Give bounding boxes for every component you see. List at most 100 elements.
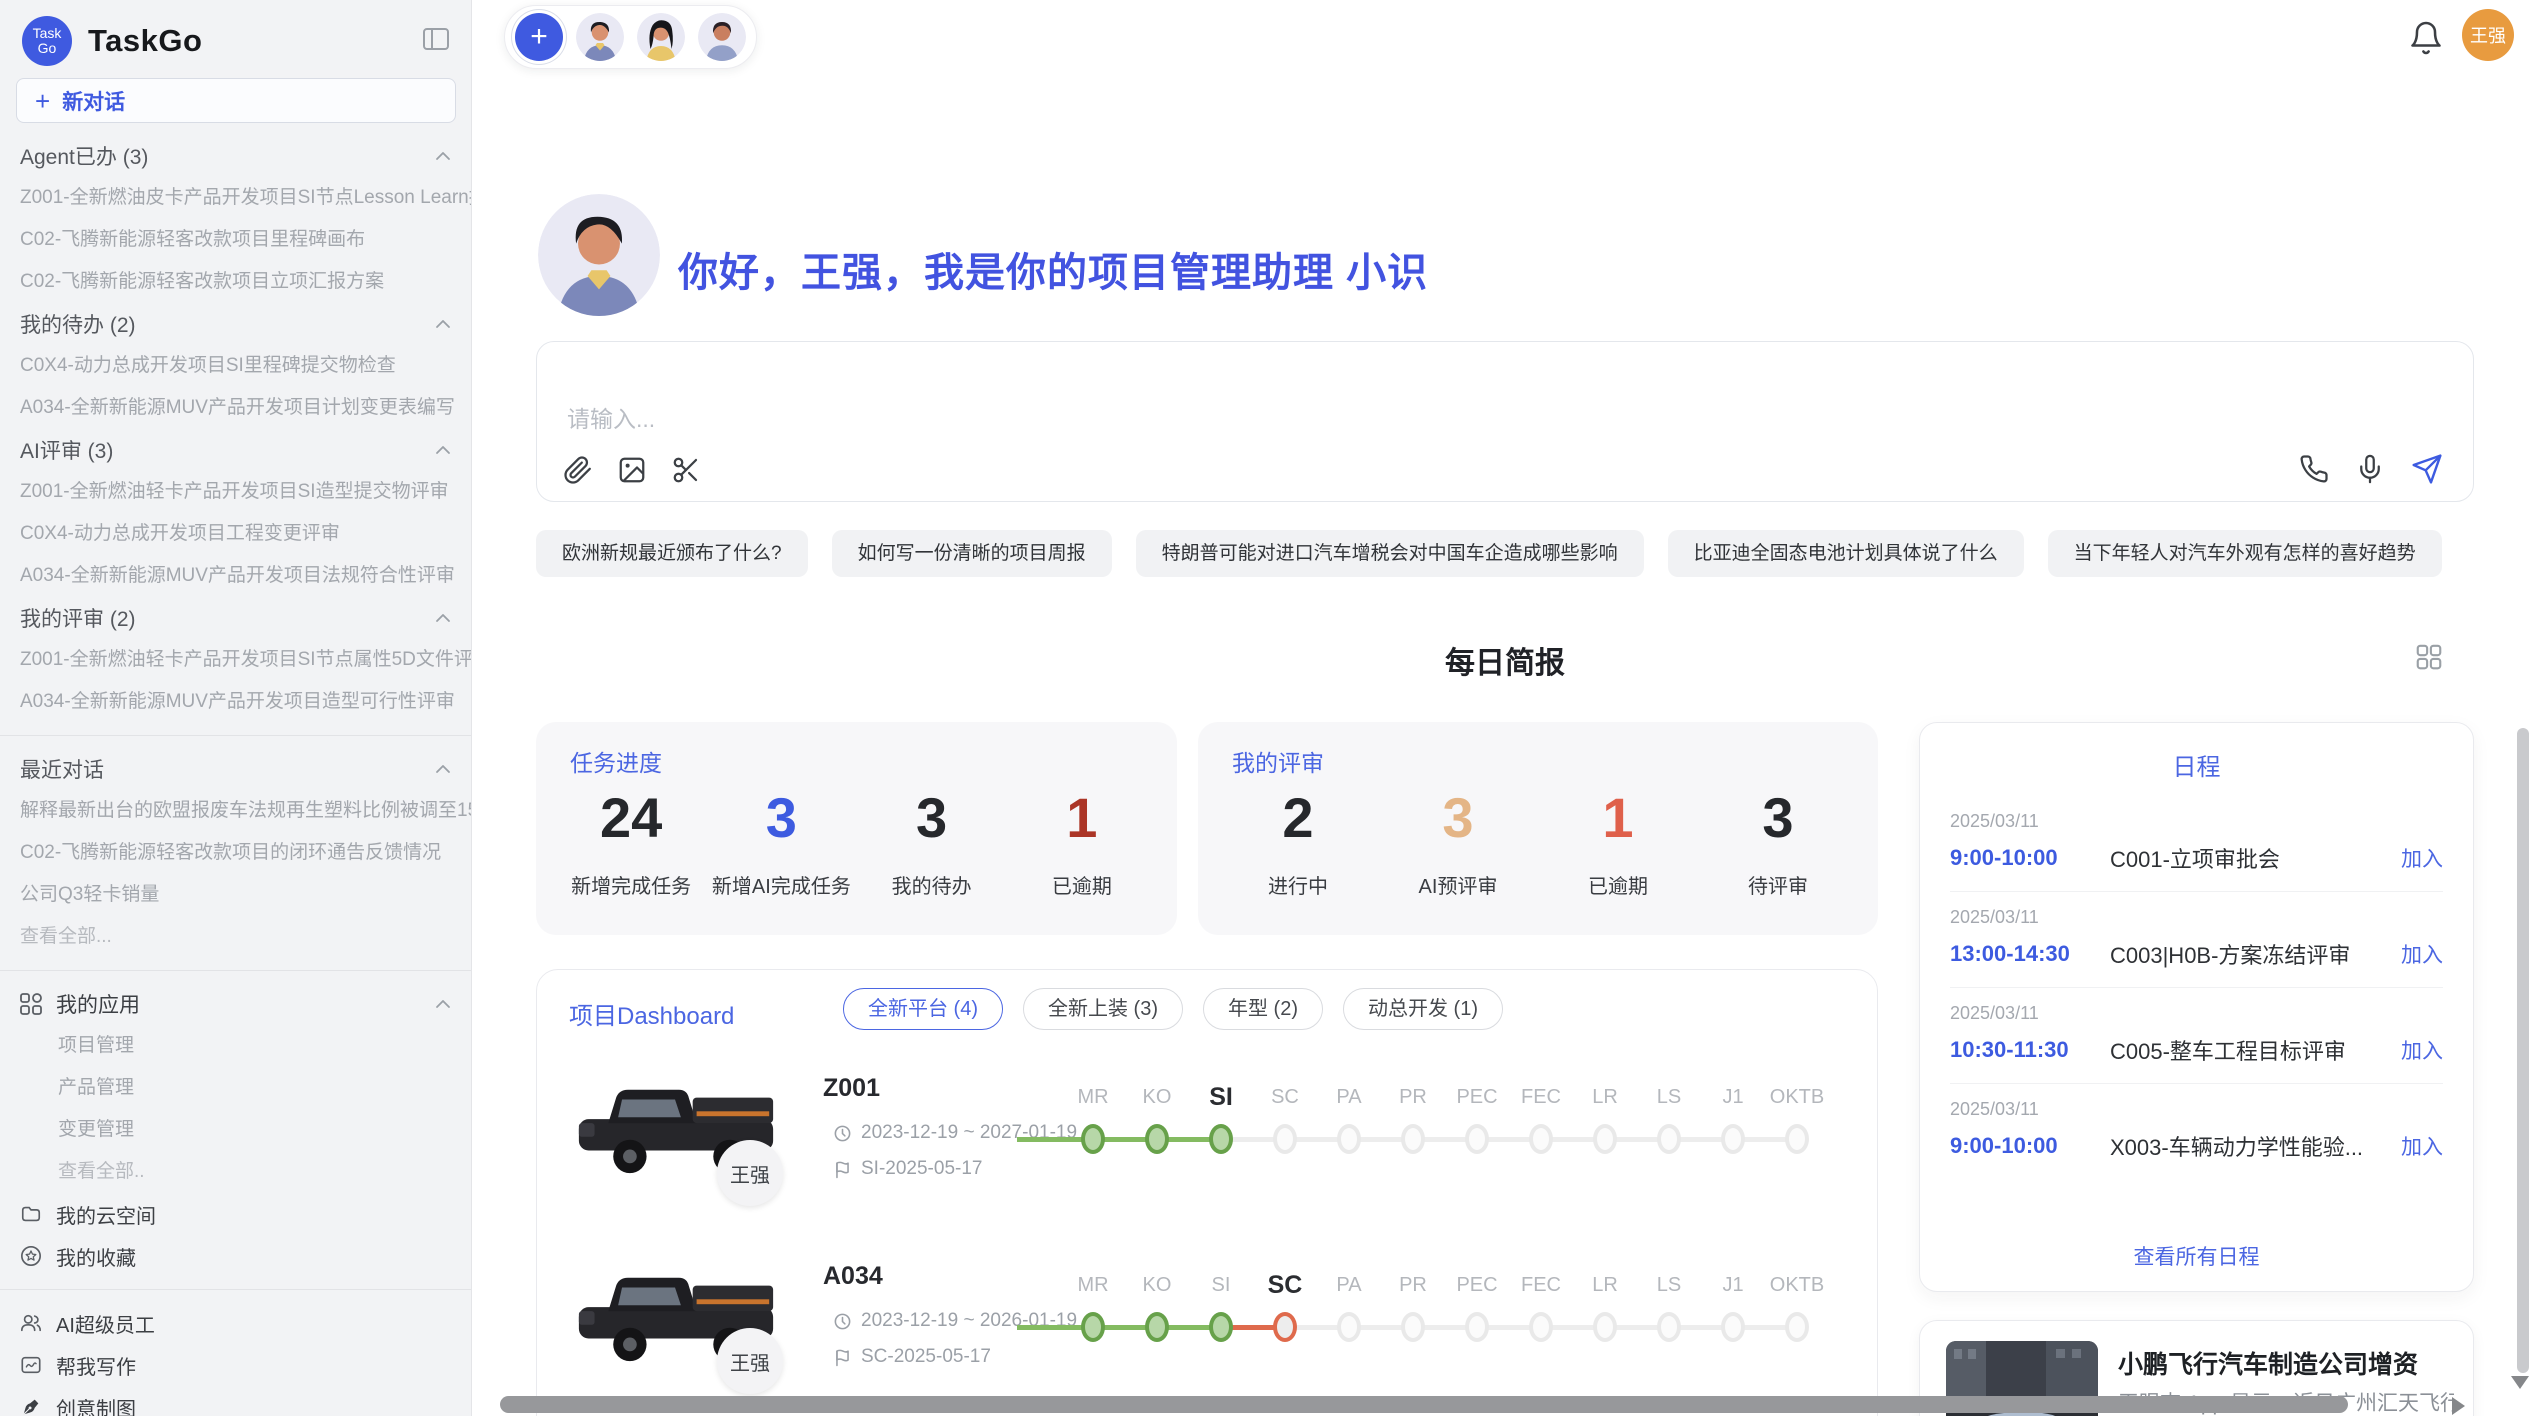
conversation-avatar-1[interactable] [576, 13, 624, 61]
join-button[interactable]: 加入 [2401, 843, 2443, 873]
section-my-review[interactable]: 我的评审 (2) [0, 597, 471, 639]
notifications-bell-icon[interactable] [2408, 20, 2444, 56]
view-all-schedule-link[interactable]: 查看所有日程 [1920, 1241, 2473, 1271]
app-item-product-mgmt[interactable]: 产品管理 [0, 1067, 471, 1109]
sidebar-item-write-helper[interactable]: 帮我写作 [0, 1344, 471, 1386]
recent-chat-item[interactable]: C02-飞腾新能源轻客改款项目的闭环通告反馈情况 [0, 832, 471, 874]
app-item-project-mgmt[interactable]: 项目管理 [0, 1025, 471, 1067]
avatar-illustration [576, 13, 624, 61]
plus-icon: + [35, 88, 50, 114]
milestone-dot [1401, 1312, 1425, 1342]
milestone-stage: PEC [1445, 1268, 1509, 1342]
scissors-icon[interactable] [671, 455, 701, 485]
milestone-stage: J1 [1701, 1080, 1765, 1154]
vertical-scrollbar-thumb[interactable] [2517, 728, 2529, 1373]
sidebar-item-ai-staff[interactable]: AI超级员工 [0, 1302, 471, 1344]
divider [0, 970, 471, 971]
sidebar-item-creative-draw[interactable]: 创意制图 [0, 1386, 471, 1416]
recent-chat-item[interactable]: 解释最新出台的欧盟报废车法规再生塑料比例被调至15%... [0, 790, 471, 832]
recent-view-all[interactable]: 查看全部... [0, 916, 471, 958]
paperclip-icon[interactable] [563, 455, 593, 485]
sidebar-item[interactable]: Z001-全新燃油轻卡产品开发项目SI节点属性5D文件评审 [0, 639, 471, 681]
sidebar-toggle-icon[interactable] [423, 28, 449, 50]
suggestion-chip[interactable]: 如何写一份清晰的项目周报 [832, 530, 1112, 577]
app-logo-line1: Task [33, 26, 62, 41]
creative-draw-label: 创意制图 [56, 1393, 136, 1416]
sidebar-item[interactable]: A034-全新新能源MUV产品开发项目计划变更表编写 [0, 387, 471, 429]
phone-icon[interactable] [2299, 454, 2329, 484]
sidebar-item[interactable]: C0X4-动力总成开发项目SI里程碑提交物检查 [0, 345, 471, 387]
section-my-apps[interactable]: 我的应用 [0, 983, 471, 1025]
microphone-icon[interactable] [2355, 454, 2385, 484]
sidebar-item-favorites[interactable]: 我的收藏 [0, 1235, 471, 1277]
sidebar-item[interactable]: C0X4-动力总成开发项目工程变更评审 [0, 513, 471, 555]
project-row[interactable]: 王强 A034 2023-12-19 ~ 2026-01-19 SC-2025-… [537, 1254, 1877, 1416]
scroll-right-arrow-icon[interactable] [2452, 1397, 2465, 1415]
chevron-up-icon [435, 613, 451, 623]
pen-nib-icon [20, 1396, 42, 1416]
filter-chip[interactable]: 全新平台 (4) [843, 988, 1003, 1030]
my-apps-label: 我的应用 [56, 989, 435, 1019]
join-button[interactable]: 加入 [2401, 939, 2443, 969]
clock-icon [833, 1124, 852, 1143]
new-chat-button[interactable]: + 新对话 [16, 78, 456, 123]
section-title: 我的待办 (2) [20, 309, 136, 339]
join-button[interactable]: 加入 [2401, 1035, 2443, 1065]
sidebar-item[interactable]: C02-飞腾新能源轻客改款项目里程碑画布 [0, 219, 471, 261]
section-agent-done[interactable]: Agent已办 (3) [0, 135, 471, 177]
milestone-dot [1465, 1312, 1489, 1342]
write-helper-label: 帮我写作 [56, 1351, 136, 1380]
app-item-change-mgmt[interactable]: 变更管理 [0, 1109, 471, 1151]
suggestion-chips: 欧洲新规最近颁布了什么? 如何写一份清晰的项目周报 特朗普可能对进口汽车增税会对… [536, 530, 2474, 577]
sidebar-item[interactable]: Z001-全新燃油轻卡产品开发项目SI造型提交物评审 [0, 471, 471, 513]
sidebar-item-cloud-space[interactable]: 我的云空间 [0, 1193, 471, 1235]
milestone-dot [1593, 1124, 1617, 1154]
filter-chip[interactable]: 全新上装 (3) [1023, 988, 1183, 1030]
section-title: Agent已办 (3) [20, 141, 148, 171]
milestone-stage: PR [1381, 1268, 1445, 1342]
user-avatar[interactable]: 王强 [2462, 9, 2514, 61]
sidebar-item[interactable]: Z001-全新燃油皮卡产品开发项目SI节点Lesson Learn报告 [0, 177, 471, 219]
scroll-down-arrow-icon[interactable] [2511, 1376, 2529, 1389]
daily-briefing-title: 每日简报 [536, 638, 2474, 682]
chat-input-box[interactable]: 请输入... [536, 341, 2474, 502]
milestone-stage: OKTB [1765, 1080, 1829, 1154]
milestone-stage: MR [1061, 1268, 1125, 1342]
filter-chip[interactable]: 动总开发 (1) [1343, 988, 1503, 1030]
ai-staff-label: AI超级员工 [56, 1309, 155, 1338]
horizontal-scrollbar-thumb[interactable] [500, 1396, 2348, 1413]
suggestion-chip[interactable]: 比亚迪全固态电池计划具体说了什么 [1668, 530, 2024, 577]
milestone-stage: FEC [1509, 1268, 1573, 1342]
join-button[interactable]: 加入 [2401, 1131, 2443, 1161]
section-title: 最近对话 [20, 754, 104, 784]
milestone-dot [1593, 1312, 1617, 1342]
conversation-avatar-2[interactable] [637, 13, 685, 61]
section-ai-review[interactable]: AI评审 (3) [0, 429, 471, 471]
sidebar-item[interactable]: A034-全新新能源MUV产品开发项目法规符合性评审 [0, 555, 471, 597]
milestone-dot [1145, 1312, 1169, 1342]
schedule-events: 2025/03/11 9:00-10:00 C001-立项审批会 加入 2025… [1950, 796, 2443, 1179]
divider [0, 735, 471, 736]
suggestion-chip[interactable]: 特朗普可能对进口汽车增税会对中国车企造成哪些影响 [1136, 530, 1644, 577]
assistant-avatar-illustration [538, 194, 660, 316]
section-recent-chats[interactable]: 最近对话 [0, 748, 471, 790]
add-conversation-button[interactable]: + [515, 13, 563, 61]
milestone-stage: FEC [1509, 1080, 1573, 1154]
sidebar-item[interactable]: C02-飞腾新能源轻客改款项目立项汇报方案 [0, 261, 471, 303]
chat-input-placeholder: 请输入... [567, 400, 655, 434]
stat-new-completed-tasks: 24 新增完成任务 [556, 786, 706, 899]
conversation-avatar-3[interactable] [698, 13, 746, 61]
image-icon[interactable] [617, 455, 647, 485]
recent-chat-item[interactable]: 公司Q3轻卡销量 [0, 874, 471, 916]
apps-view-all[interactable]: 查看全部.. [0, 1151, 471, 1193]
project-row[interactable]: 王强 Z001 2023-12-19 ~ 2027-01-19 SI-2025-… [537, 1066, 1877, 1241]
section-my-todo[interactable]: 我的待办 (2) [0, 303, 471, 345]
layout-grid-icon[interactable] [2414, 642, 2444, 672]
send-icon[interactable] [2411, 453, 2443, 485]
suggestion-chip[interactable]: 当下年轻人对汽车外观有怎样的喜好趋势 [2048, 530, 2442, 577]
milestone-dot [1209, 1124, 1233, 1154]
filter-chip[interactable]: 年型 (2) [1203, 988, 1323, 1030]
project-name: A034 [823, 1262, 883, 1291]
sidebar-item[interactable]: A034-全新新能源MUV产品开发项目造型可行性评审 [0, 681, 471, 723]
suggestion-chip[interactable]: 欧洲新规最近颁布了什么? [536, 530, 808, 577]
